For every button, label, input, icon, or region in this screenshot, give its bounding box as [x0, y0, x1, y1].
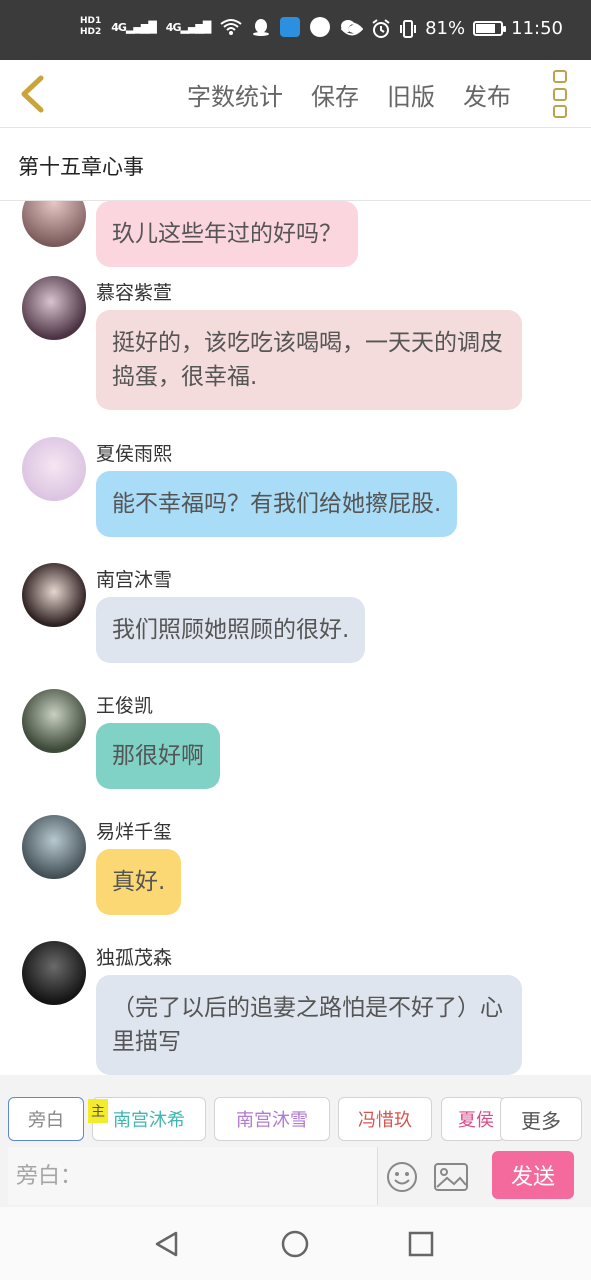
recents-square-icon[interactable]	[406, 1229, 436, 1259]
message-bubble[interactable]: 能不幸福吗？有我们给她擦屁股.	[96, 471, 458, 537]
avatar[interactable]	[22, 437, 86, 501]
chip-label: 南宫沐雪	[236, 1110, 308, 1131]
menu-dot	[553, 105, 567, 118]
more-characters-button[interactable]: 更多	[500, 1097, 582, 1141]
chip-label: 旁白	[28, 1110, 64, 1131]
status-right: 81% 11:50	[341, 18, 563, 39]
message-bubble[interactable]: 玖儿这些年过的好吗？	[96, 201, 358, 267]
chip-label: 南宫沐希	[113, 1110, 185, 1131]
sender-name: 王俊凯	[96, 695, 154, 717]
browser-icon	[310, 17, 331, 37]
avatar[interactable]	[22, 276, 86, 340]
chip-label: 冯惜玖	[358, 1110, 412, 1131]
clock-time: 11:50	[511, 18, 563, 39]
top-bar: 字数统计 保存 旧版 发布	[0, 60, 591, 128]
status-bar: HD1 HD2 4G▂▄▆█ 4G▂▄▆█ 81% 11:50	[0, 0, 591, 60]
sender-name: 夏侯雨熙	[96, 443, 173, 465]
character-chip[interactable]: 冯惜玖	[338, 1097, 432, 1141]
avatar[interactable]	[22, 941, 86, 1005]
sender-name: 独孤茂森	[96, 947, 173, 969]
more-menu-button[interactable]	[551, 70, 569, 118]
status-left: HD1 HD2 4G▂▄▆█ 4G▂▄▆█	[80, 16, 362, 38]
menu-dot	[553, 87, 567, 101]
app-notification-icon	[280, 17, 301, 37]
hd-indicator: HD1 HD2	[80, 16, 101, 38]
character-chip[interactable]: 南宫沐雪	[214, 1097, 330, 1141]
eye-icon	[341, 22, 364, 35]
image-icon[interactable]	[434, 1163, 468, 1191]
signal-1-icon: 4G▂▄▆█	[111, 20, 157, 34]
alarm-icon	[372, 18, 390, 38]
character-chip-narration[interactable]: 旁白	[8, 1097, 84, 1141]
input-panel: 旁白 南宫沐希 南宫沐雪 冯惜玖 夏侯 主 更多 发送	[0, 1075, 591, 1207]
message-bubble[interactable]: 真好.	[96, 849, 182, 915]
publish-button[interactable]: 发布	[463, 77, 511, 112]
wifi-icon	[220, 19, 242, 35]
send-button[interactable]: 发送	[492, 1151, 574, 1199]
avatar[interactable]	[22, 689, 86, 753]
back-button[interactable]	[12, 72, 52, 116]
message-input[interactable]	[8, 1147, 378, 1205]
save-button[interactable]: 保存	[311, 77, 359, 112]
word-count-button[interactable]: 字数统计	[187, 77, 283, 112]
signal-1-label: 4G	[111, 20, 127, 34]
message-bubble[interactable]: 那很好啊	[96, 723, 220, 789]
chevron-left-icon	[21, 75, 44, 113]
message-bubble[interactable]: 挺好的，该吃吃该喝喝，一天天的调皮捣蛋，很幸福.	[96, 310, 522, 410]
character-chip[interactable]: 南宫沐希	[92, 1097, 206, 1141]
hd2-label: HD2	[80, 27, 102, 37]
signal-2-label: 4G	[165, 20, 182, 34]
old-version-button[interactable]: 旧版	[387, 77, 435, 112]
sender-name: 南宫沐雪	[96, 569, 173, 591]
system-nav-bar	[0, 1207, 591, 1280]
chat-area[interactable]: 玖儿这些年过的好吗？ 慕容紫萱 挺好的，该吃吃该喝喝，一天天的调皮捣蛋，很幸福.…	[0, 201, 591, 1075]
vibrate-icon	[400, 19, 417, 38]
signal-2-icon: 4G▂▄▆█	[165, 20, 212, 34]
avatar[interactable]	[22, 563, 86, 627]
sender-name: 易烊千玺	[96, 821, 173, 843]
chapter-title[interactable]: 第十五章心事	[18, 151, 144, 181]
character-chip[interactable]: 夏侯	[441, 1097, 505, 1141]
battery-fill	[476, 24, 496, 33]
battery-percent: 81%	[425, 18, 466, 39]
chapter-bar: 第十五章心事	[0, 129, 591, 201]
qq-icon	[253, 19, 270, 36]
menu-dot	[553, 70, 567, 83]
hd1-label: HD1	[80, 16, 102, 26]
message-bubble[interactable]: 我们照顾她照顾的很好.	[96, 597, 366, 663]
chip-label: 夏侯	[458, 1110, 494, 1131]
back-triangle-icon[interactable]	[152, 1229, 182, 1259]
battery-icon	[473, 21, 507, 36]
message-bubble[interactable]: （完了以后的追妻之路怕是不好了）心里描写	[96, 975, 522, 1075]
home-circle-icon[interactable]	[280, 1229, 310, 1259]
host-badge: 主	[88, 1099, 108, 1123]
top-actions: 字数统计 保存 旧版 发布	[187, 60, 511, 128]
sender-name: 慕容紫萱	[96, 282, 173, 304]
avatar[interactable]	[22, 201, 86, 247]
emoji-icon[interactable]	[386, 1161, 418, 1193]
avatar[interactable]	[22, 815, 86, 879]
